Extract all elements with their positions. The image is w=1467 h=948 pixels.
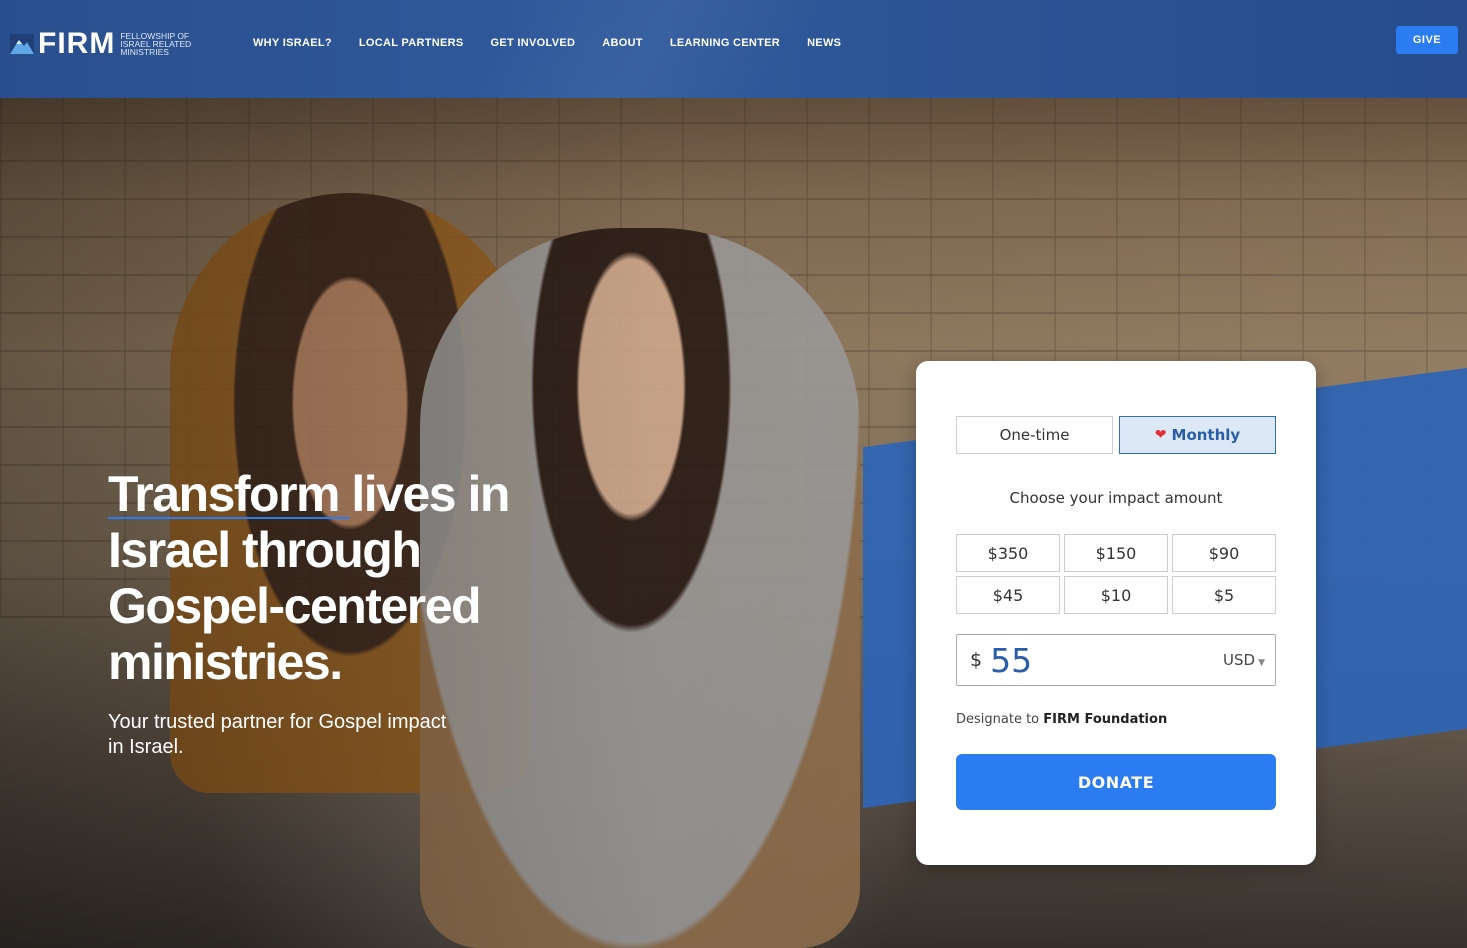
monthly-toggle[interactable]: ❤ Monthly <box>1119 416 1276 454</box>
donate-button[interactable]: DONATE <box>956 754 1276 810</box>
amount-option-350[interactable]: $350 <box>956 534 1060 572</box>
chevron-down-icon: ▼ <box>1258 658 1265 668</box>
title-underline <box>108 517 350 519</box>
nav-about[interactable]: ABOUT <box>602 36 643 50</box>
donation-form: One-time ❤ Monthly Choose your impact am… <box>916 361 1316 865</box>
hero-subtitle: Your trusted partner for Gospel impact i… <box>108 711 447 758</box>
one-time-toggle[interactable]: One-time <box>956 416 1113 454</box>
monthly-label: Monthly <box>1171 426 1241 444</box>
impact-amount-label: Choose your impact amount <box>1009 489 1223 507</box>
currency-symbol: $ <box>970 649 983 671</box>
designate-target[interactable]: FIRM Foundation <box>1043 712 1167 727</box>
one-time-label: One-time <box>999 426 1070 444</box>
amount-value[interactable]: 55 <box>990 641 1032 680</box>
amount-option-150[interactable]: $150 <box>1064 534 1168 572</box>
give-button[interactable]: GIVE <box>1396 26 1458 54</box>
logo-subtitle: Fellowship of Israel Related Ministries <box>120 31 192 57</box>
amount-option-90[interactable]: $90 <box>1172 534 1276 572</box>
main-menu: WHY ISRAEL? LOCAL PARTNERS GET INVOLVED … <box>253 36 841 50</box>
custom-amount-input[interactable]: $ 55 USD ▼ <box>956 634 1276 686</box>
nav-learning-center[interactable]: LEARNING CENTER <box>670 36 780 50</box>
amount-option-10[interactable]: $10 <box>1064 576 1168 614</box>
designation-text: Designate to FIRM Foundation <box>956 712 1167 727</box>
currency-select[interactable]: USD ▼ <box>1223 651 1265 669</box>
currency-label: USD <box>1223 651 1256 669</box>
designate-prefix: Designate to <box>956 712 1040 727</box>
nav-get-involved[interactable]: GET INVOLVED <box>491 36 576 50</box>
firm-logo[interactable]: FIRM Fellowship of Israel Related Minist… <box>10 27 210 60</box>
heart-icon: ❤ <box>1154 427 1167 443</box>
top-navigation: FIRM Fellowship of Israel Related Minist… <box>0 0 1467 98</box>
mountain-logo-icon <box>10 32 34 56</box>
nav-news[interactable]: NEWS <box>807 36 841 50</box>
nav-why-israel[interactable]: WHY ISRAEL? <box>253 36 332 50</box>
amount-option-5[interactable]: $5 <box>1172 576 1276 614</box>
hero-title: Transform lives in Israel through Gospel… <box>108 466 510 690</box>
logo-wordmark: FIRM <box>38 27 116 60</box>
amount-options: $350 $150 $90 $45 $10 $5 <box>956 534 1276 614</box>
amount-option-45[interactable]: $45 <box>956 576 1060 614</box>
nav-local-partners[interactable]: LOCAL PARTNERS <box>359 36 464 50</box>
